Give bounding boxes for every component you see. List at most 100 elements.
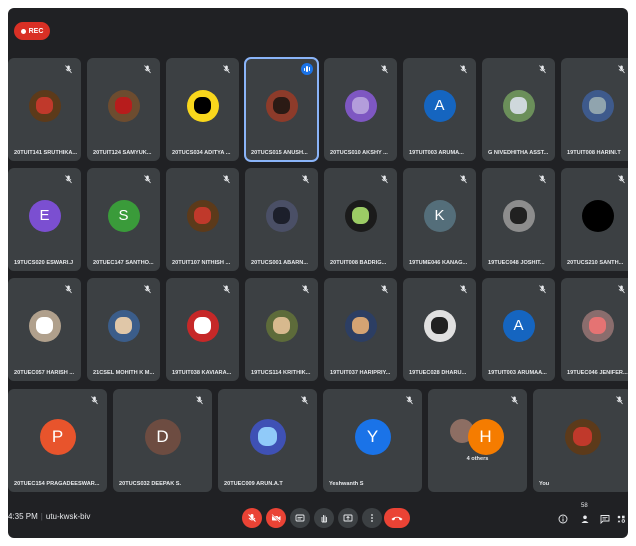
profile-photo	[509, 96, 528, 115]
mic-off-icon	[538, 285, 547, 295]
profile-photo	[351, 316, 370, 335]
meeting-details-button[interactable]	[556, 512, 570, 526]
mic-off-icon	[617, 175, 626, 185]
avatar	[344, 89, 377, 122]
mic-off-icon	[64, 175, 73, 185]
participant-tile[interactable]: 19TUEC028 DHARU...	[403, 278, 476, 381]
participant-name: 19TUCS114 KRITHIK...	[251, 370, 311, 376]
participant-tile[interactable]: E 19TUCS020 ESWARI.J	[8, 168, 81, 271]
participant-name: 19TUIT038 KAVIARA...	[172, 370, 232, 376]
mic-off-icon	[301, 285, 310, 295]
avatar	[107, 309, 140, 342]
mic-off-icon	[615, 396, 624, 406]
mic-off-icon	[617, 285, 626, 295]
present-button[interactable]	[338, 508, 358, 528]
participant-name: You	[539, 481, 550, 487]
participant-tile[interactable]: 20TUIT124 SAMYUK...	[87, 58, 160, 161]
mic-off-icon	[380, 285, 389, 295]
chat-button[interactable]	[598, 512, 612, 526]
participant-tile[interactable]: A 19TUIT003 ARUMA...	[403, 58, 476, 161]
mic-off-icon	[143, 175, 152, 185]
participant-tile[interactable]: 21CSEL MOHITH K M...	[87, 278, 160, 381]
mic-off-icon	[143, 65, 152, 75]
participant-tile[interactable]: 20TUEC057 HARISH ...	[8, 278, 81, 381]
more-options-button[interactable]	[362, 508, 382, 528]
present-screen-icon	[343, 514, 353, 522]
people-button[interactable]: 58	[578, 503, 592, 526]
avatar	[107, 89, 140, 122]
profile-photo	[509, 206, 528, 225]
profile-photo	[257, 426, 278, 447]
captions-button[interactable]	[290, 508, 310, 528]
avatar: A	[423, 89, 456, 122]
profile-photo	[572, 426, 593, 447]
participant-name: 21CSEL MOHITH K M...	[93, 370, 155, 376]
avatar	[28, 309, 61, 342]
participant-tile[interactable]: K 19TUME046 KANAG...	[403, 168, 476, 271]
participant-name: 20TUCS210 SANTH...	[567, 260, 624, 266]
mic-off-icon	[459, 175, 468, 185]
mic-off-icon	[301, 175, 310, 185]
participant-tile[interactable]: 20TUCS010 AKSHY ...	[324, 58, 397, 161]
participant-tile[interactable]: 19TUIT008 HARINI.T	[561, 58, 628, 161]
camera-off-icon	[271, 513, 281, 523]
avatar: H	[467, 418, 504, 455]
participant-name: 19TUEC046 JENIFER...	[567, 370, 628, 376]
end-call-button[interactable]	[384, 508, 410, 528]
participant-tile[interactable]: 19TUEC048 JOSHIT...	[482, 168, 555, 271]
participant-tile[interactable]: 20TUIT141 SRUTHIKA...	[8, 58, 81, 161]
participant-tile[interactable]: 20TUIT107 NITHISH ...	[166, 168, 239, 271]
participant-name: 19TUCS020 ESWARI.J	[14, 260, 74, 266]
participant-tile[interactable]: 20TUCS210 SANTH...	[561, 168, 628, 271]
info-icon	[558, 514, 568, 524]
bottom-toolbar: 4:35 PM | utu-kwsk-biv 58	[8, 500, 628, 538]
participant-tile[interactable]: 19TUIT038 KAVIARA...	[166, 278, 239, 381]
participant-tile[interactable]: 19TUEC046 JENIFER...	[561, 278, 628, 381]
participant-tile[interactable]: Y Yeshwanth S	[323, 389, 422, 492]
mic-off-icon	[459, 285, 468, 295]
activities-button[interactable]	[614, 512, 628, 526]
participant-name: 20TUIT124 SAMYUK...	[93, 150, 152, 156]
participant-name: 20TUCS001 ABARN...	[251, 260, 308, 266]
participant-tile[interactable]: H4 others	[428, 389, 527, 492]
profile-photo	[272, 206, 291, 225]
participant-tile[interactable]: G NIVEDHITHA ASST...	[482, 58, 555, 161]
chat-icon	[600, 515, 610, 524]
mic-off-icon	[222, 65, 231, 75]
participant-tile[interactable]: 20TUCS015 ANUSH...	[244, 57, 319, 162]
avatar	[423, 309, 456, 342]
participant-tile[interactable]: S 20TUEC147 SANTHO...	[87, 168, 160, 271]
participant-tile[interactable]: 20TUIT008 BADRIG...	[324, 168, 397, 271]
participant-tile[interactable]: 19TUCS114 KRITHIK...	[245, 278, 318, 381]
meeting-info: 4:35 PM | utu-kwsk-biv	[8, 512, 91, 521]
participant-tile[interactable]: 20TUCS034 ADITYA ...	[166, 58, 239, 161]
participant-tile[interactable]: A 19TUIT003 ARUMAA...	[482, 278, 555, 381]
avatar	[581, 199, 614, 232]
profile-photo	[272, 316, 291, 335]
participant-name: 20TUCS032 DEEPAK S.	[119, 481, 182, 487]
participant-name: 20TUCS034 ADITYA ...	[172, 150, 231, 156]
participant-tile[interactable]: 20TUCS001 ABARN...	[245, 168, 318, 271]
participant-tile[interactable]: 19TUIT037 HARIPRIY...	[324, 278, 397, 381]
mic-toggle-button[interactable]	[242, 508, 262, 528]
participant-tile[interactable]: D 20TUCS032 DEEPAK S.	[113, 389, 212, 492]
camera-toggle-button[interactable]	[266, 508, 286, 528]
avatar	[249, 418, 286, 455]
meeting-stage: REC 20TUIT141 SRUTHIKA... 20TUIT124 SAMYU…	[8, 8, 628, 538]
participant-tile[interactable]: 20TUEC009 ARUN.A.T	[218, 389, 317, 492]
participant-name: 20TUEC154 PRAGADEESWAR...	[14, 481, 100, 487]
mic-off-icon	[510, 396, 519, 406]
profile-photo	[193, 96, 212, 115]
raise-hand-button[interactable]	[314, 508, 334, 528]
participant-name: 20TUEC147 SANTHO...	[93, 260, 154, 266]
avatar	[265, 89, 298, 122]
participant-tile[interactable]: P 20TUEC154 PRAGADEESWAR...	[8, 389, 107, 492]
profile-photo	[351, 96, 370, 115]
mic-off-icon	[380, 65, 389, 75]
mic-off-icon	[64, 65, 73, 75]
participant-name: G NIVEDHITHA ASST...	[488, 150, 549, 156]
mic-off-icon	[248, 514, 256, 522]
avatar	[186, 199, 219, 232]
profile-photo	[193, 316, 212, 335]
participant-tile[interactable]: You	[533, 389, 628, 492]
